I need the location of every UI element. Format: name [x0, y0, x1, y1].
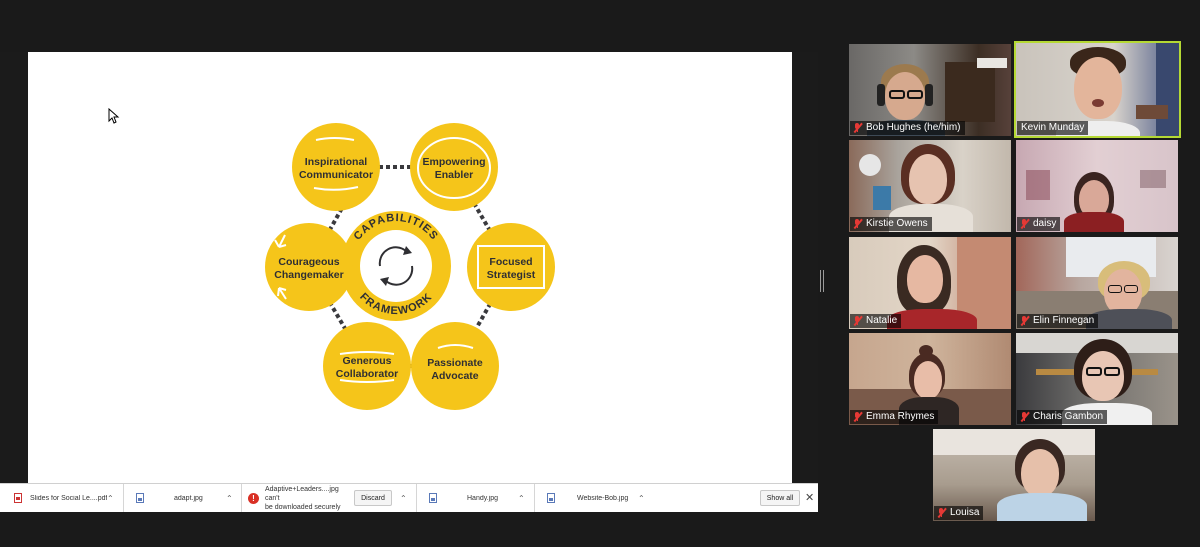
mic-muted-icon — [852, 218, 863, 229]
mouse-cursor-icon — [108, 108, 120, 124]
download-filename: Website-Bob.jpg — [577, 494, 629, 502]
pdf-file-icon — [14, 493, 22, 503]
participant-tile-louisa[interactable]: Louisa — [933, 429, 1095, 521]
participant-tile-charis-gambon[interactable]: Charis Gambon — [1016, 333, 1178, 425]
shared-screen: CAPABILITIES FRAMEWORK Inspirational Com… — [0, 52, 818, 512]
node-label-line2: Enabler — [435, 169, 474, 181]
node-empowering-enabler: Empowering Enabler — [410, 123, 498, 211]
node-label-line1: Focused — [489, 256, 532, 268]
download-item-slides-pdf[interactable]: Slides for Social Le....pdf ⌃ — [2, 484, 124, 512]
participant-tile-emma-rhymes[interactable]: Emma Rhymes — [849, 333, 1011, 425]
close-icon[interactable]: ✕ — [805, 491, 814, 504]
node-inspirational-communicator: Inspirational Communicator — [292, 123, 380, 211]
node-label-line2: Changemaker — [274, 269, 343, 281]
node-label-line1: Generous — [342, 355, 391, 367]
participant-name-tag: Natalie — [850, 314, 902, 328]
participant-name-tag: daisy — [1017, 217, 1061, 231]
participant-tile-daisy[interactable]: daisy — [1016, 140, 1178, 232]
participant-name-tag: Louisa — [934, 506, 984, 520]
node-generous-collaborator: Generous Collaborator — [323, 322, 411, 410]
participant-name-tag: Emma Rhymes — [850, 410, 939, 424]
capabilities-framework-diagram: CAPABILITIES FRAMEWORK Inspirational Com… — [265, 123, 555, 410]
participant-tile-kirstie-owens[interactable]: Kirstie Owens — [849, 140, 1011, 232]
mic-muted-icon — [1019, 218, 1030, 229]
panel-resize-handle[interactable] — [820, 270, 824, 292]
image-file-icon — [136, 493, 144, 503]
node-label-line2: Advocate — [431, 370, 478, 382]
participant-name-tag: Bob Hughes (he/him) — [850, 121, 965, 135]
download-filename: Handy.jpg — [467, 494, 499, 502]
download-warning-line1: Adaptive+Leaders....jpg can't — [265, 485, 339, 502]
node-label-line1: Empowering — [422, 156, 485, 168]
chevron-up-icon[interactable]: ⌃ — [107, 494, 114, 503]
download-warning-line2: be downloaded securely — [265, 503, 341, 511]
mic-muted-icon — [852, 122, 863, 133]
participant-name-tag: Elin Finnegan — [1017, 314, 1099, 328]
mic-muted-icon — [852, 315, 863, 326]
chevron-up-icon[interactable]: ⌃ — [400, 494, 407, 503]
node-label-line2: Strategist — [487, 269, 536, 281]
download-filename: Slides for Social Le....pdf — [30, 494, 108, 502]
participant-tile-natalie[interactable]: Natalie — [849, 237, 1011, 329]
warning-icon: ! — [248, 492, 259, 504]
participant-tile-bob-hughes[interactable]: Bob Hughes (he/him) — [849, 44, 1011, 136]
browser-download-bar: Slides for Social Le....pdf ⌃ adapt.jpg … — [0, 483, 818, 512]
participant-tile-kevin-munday[interactable]: Kevin Munday — [1014, 41, 1181, 138]
chevron-up-icon[interactable]: ⌃ — [638, 494, 645, 503]
image-file-icon — [429, 493, 437, 503]
node-focused-strategist: Focused Strategist — [467, 223, 555, 311]
node-label-line1: Passionate — [427, 357, 483, 369]
node-label-line2: Collaborator — [336, 368, 398, 380]
participant-name-tag: Charis Gambon — [1017, 410, 1108, 424]
image-file-icon — [547, 493, 555, 503]
download-item-adaptive-leaders-blocked[interactable]: ! Adaptive+Leaders....jpg can't be downl… — [242, 484, 417, 512]
mic-muted-icon — [1019, 411, 1030, 422]
node-label-line2: Communicator — [299, 169, 373, 181]
show-all-downloads-button[interactable]: Show all — [760, 490, 800, 506]
download-filename: adapt.jpg — [174, 494, 203, 502]
node-courageous-changemaker: Courageous Changemaker — [265, 223, 353, 311]
mic-muted-icon — [1019, 315, 1030, 326]
node-label-line1: Courageous — [278, 256, 339, 268]
node-label-line1: Inspirational — [305, 156, 368, 168]
download-item-adapt-jpg[interactable]: adapt.jpg ⌃ — [124, 484, 242, 512]
presentation-slide: CAPABILITIES FRAMEWORK Inspirational Com… — [28, 52, 792, 483]
mic-muted-icon — [936, 507, 947, 518]
participant-name-tag: Kirstie Owens — [850, 217, 932, 231]
download-item-website-bob-jpg[interactable]: Website-Bob.jpg ⌃ — [535, 484, 655, 512]
discard-button[interactable]: Discard — [354, 490, 392, 506]
mic-muted-icon — [852, 411, 863, 422]
center-capabilities-circle: CAPABILITIES FRAMEWORK — [341, 211, 451, 321]
chevron-up-icon[interactable]: ⌃ — [226, 494, 233, 503]
participant-name-tag: Kevin Munday — [1017, 121, 1089, 135]
chevron-up-icon[interactable]: ⌃ — [518, 494, 525, 503]
node-passionate-advocate: Passionate Advocate — [411, 322, 499, 410]
download-item-handy-jpg[interactable]: Handy.jpg ⌃ — [417, 484, 535, 512]
participant-tile-elin-finnegan[interactable]: Elin Finnegan — [1016, 237, 1178, 329]
